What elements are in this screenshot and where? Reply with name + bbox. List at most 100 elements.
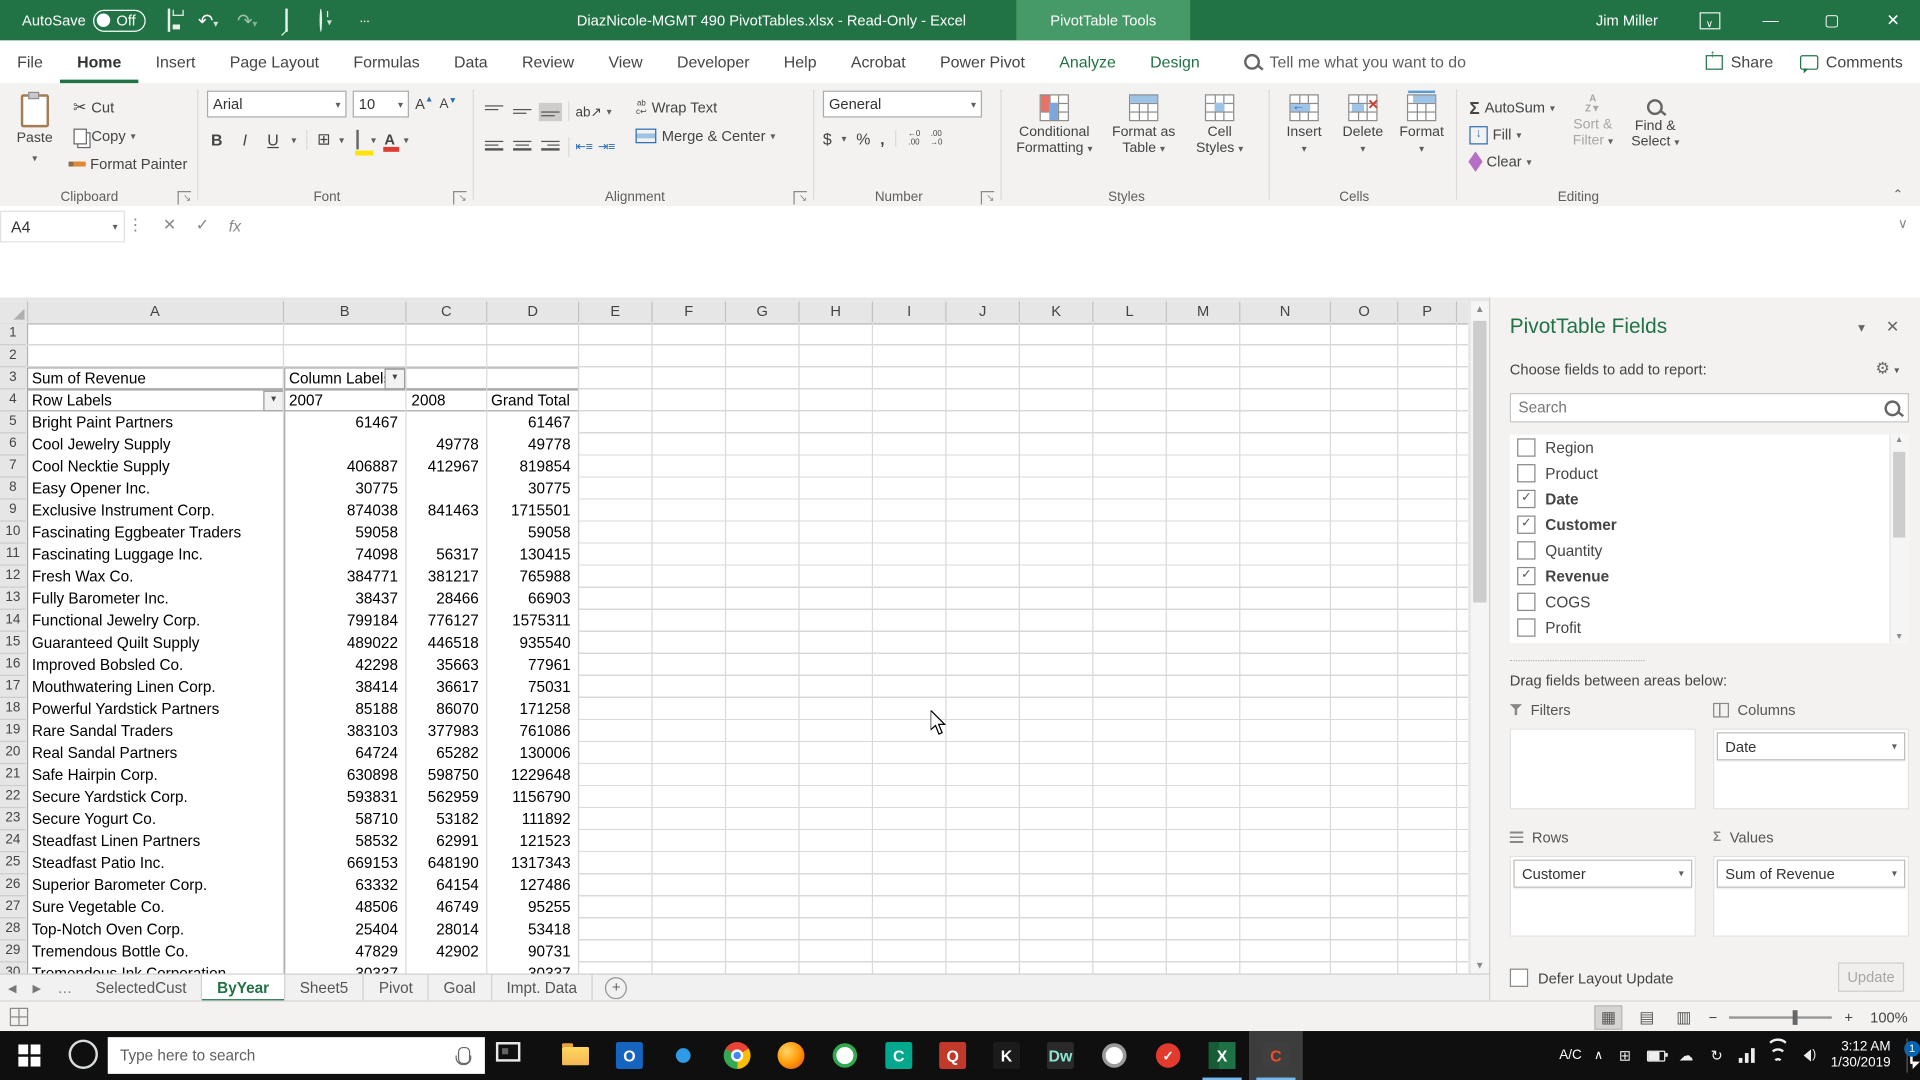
column-header-p[interactable]: P (1398, 301, 1458, 323)
pivot-value-total[interactable]: 935540 (490, 632, 571, 654)
font-dialog-launcher[interactable]: ↘ (453, 191, 467, 205)
row-header-23[interactable]: 23 (0, 808, 26, 831)
column-header-k[interactable]: K (1020, 301, 1094, 323)
insert-cells-button[interactable]: Insert▾ (1278, 91, 1329, 187)
taskbar-app-gray-circle-app[interactable] (1087, 1031, 1141, 1080)
cancel-formula-button[interactable]: ✕ (163, 216, 176, 236)
row-header-28[interactable]: 28 (0, 918, 26, 941)
tray-signal-icon[interactable] (1738, 1046, 1758, 1066)
pivot-row-top-notch-oven-corp[interactable]: Top-Notch Oven Corp. 25404 28014 53418 (27, 918, 579, 940)
shrink-font-button[interactable]: A▼ (440, 97, 457, 112)
row-header-25[interactable]: 25 (0, 852, 26, 875)
pivot-customer-name[interactable]: Bright Paint Partners (32, 411, 279, 433)
field-item-profit[interactable]: Profit (1510, 615, 1909, 641)
vertical-scroll-thumb[interactable] (1473, 320, 1487, 603)
row-header-19[interactable]: 19 (0, 720, 26, 743)
pivot-customer-name[interactable]: Superior Barometer Corp. (32, 874, 279, 896)
task-view-button[interactable] (495, 1042, 521, 1062)
align-left-button[interactable] (482, 138, 505, 156)
pivot-value-total[interactable]: 66903 (490, 588, 571, 610)
pivot-customer-name[interactable]: Improved Bobsled Co. (32, 654, 279, 676)
clear-button[interactable]: Clear ▾ (1466, 149, 1559, 173)
pivot-value-total[interactable]: 95255 (490, 896, 571, 918)
chip-dropdown-icon[interactable]: ▾ (1679, 868, 1684, 879)
pane-options-button[interactable]: ▾ (1858, 320, 1865, 336)
chip-dropdown-icon[interactable]: ▾ (1892, 868, 1897, 879)
taskbar-clock[interactable]: 3:12 AM 1/30/2019 (1831, 1040, 1891, 1072)
align-middle-button[interactable] (511, 102, 534, 120)
field-item-revenue[interactable]: ✓ Revenue (1510, 563, 1909, 589)
undo-button[interactable]: ↶▾ (192, 9, 224, 31)
comma-style-button[interactable]: , (880, 129, 884, 147)
row-header-17[interactable]: 17 (0, 676, 26, 698)
pivot-row-improved-bobsled-co[interactable]: Improved Bobsled Co. 42298 35663 77961 (27, 654, 579, 676)
field-checkbox-profit[interactable] (1517, 618, 1536, 637)
pivot-customer-name[interactable]: Tremendous Ink Corporation (32, 962, 279, 974)
column-header-m[interactable]: M (1167, 301, 1241, 323)
pivot-value-total[interactable]: 61467 (490, 411, 571, 433)
row-header-21[interactable]: 21 (0, 764, 26, 787)
taskbar-app-outlook[interactable]: O (602, 1031, 656, 1080)
pivot-value-total[interactable]: 130006 (490, 742, 571, 764)
format-as-table-button[interactable]: Format as Table ▾ (1106, 91, 1182, 187)
taskbar-app-camtasia[interactable]: C (872, 1031, 926, 1080)
row-header-15[interactable]: 15 (0, 632, 26, 654)
field-checkbox-cogs[interactable] (1517, 592, 1536, 612)
defer-checkbox[interactable] (1509, 968, 1529, 987)
qat-pie-button[interactable]: ▾ (310, 8, 342, 32)
bold-button[interactable]: B (207, 130, 227, 148)
scroll-up-icon[interactable]: ▲ (1471, 304, 1489, 315)
italic-button[interactable]: I (235, 130, 255, 148)
row-header-13[interactable]: 13 (0, 588, 26, 610)
sheet-overflow-button[interactable]: … (49, 975, 81, 1002)
column-header-g[interactable]: G (726, 301, 800, 323)
redo-button[interactable]: ↷▾ (231, 9, 263, 31)
align-top-button[interactable] (482, 102, 505, 120)
rows-area[interactable]: Customer ▾ (1509, 855, 1696, 937)
row-header-1[interactable]: 1 (0, 323, 26, 346)
field-list-scrollbar[interactable]: ▲ ▼ (1889, 434, 1909, 643)
tab-acrobat[interactable]: Acrobat (834, 41, 923, 83)
tray-sync-icon[interactable]: ↻ (1707, 1046, 1727, 1066)
pivot-value-2008[interactable]: 86070 (409, 698, 479, 720)
pivot-value-total[interactable]: 130415 (490, 544, 571, 566)
autosave-toggle[interactable]: AutoSave Off ↶▾ ↷▾ ▾ ⸱⸱⸱ (22, 0, 381, 40)
cortana-icon[interactable] (68, 1039, 98, 1069)
taskbar-app-file-explorer[interactable] (549, 1031, 603, 1080)
taskbar-search-box[interactable]: Type here to search (107, 1037, 485, 1074)
column-header-d[interactable]: D (487, 301, 580, 323)
pivot-value-2007[interactable]: 59058 (287, 522, 398, 544)
pivottable-tools-tab[interactable]: PivotTable Tools (1016, 0, 1191, 41)
column-labels-filter-button[interactable]: ▼ (384, 368, 406, 390)
row-header-4[interactable]: 4 (0, 389, 26, 412)
sheet-tab-sheet5[interactable]: Sheet5 (285, 974, 365, 1002)
increase-decimal-button[interactable]: ←0.00 (908, 130, 920, 147)
decrease-decimal-button[interactable]: .00 →0 (930, 130, 942, 147)
number-format-combo[interactable]: General ▾ (822, 90, 983, 118)
pivot-value-total[interactable]: 1229648 (490, 764, 571, 786)
pivot-value-2007[interactable]: 669153 (287, 852, 398, 874)
row-header-3[interactable]: 3 (0, 367, 26, 390)
name-box[interactable]: A4 ▾ (0, 210, 125, 243)
insert-function-button[interactable]: fx (229, 216, 241, 234)
pivot-row-labels[interactable]: Row Labels (32, 389, 112, 411)
pivot-value-total[interactable]: 1575311 (490, 610, 570, 632)
increase-indent-button[interactable]: ⇥≡ (598, 140, 615, 153)
font-family-combo[interactable]: Arial ▾ (206, 90, 347, 118)
taskbar-app-recorder-app[interactable]: C (1248, 1031, 1303, 1080)
pivot-value-2008[interactable]: 56317 (409, 544, 479, 566)
tab-review[interactable]: Review (505, 41, 591, 83)
pivot-value-2008[interactable]: 53182 (409, 808, 479, 830)
pivot-customer-name[interactable]: Secure Yogurt Co. (32, 808, 279, 830)
paste-button[interactable]: Paste ▾ (7, 91, 62, 187)
field-chip-customer[interactable]: Customer ▾ (1513, 859, 1693, 888)
pivot-value-total[interactable]: 1156790 (490, 786, 570, 808)
tray-grid-icon[interactable]: ⊞ (1615, 1046, 1635, 1066)
pivot-value-2008[interactable]: 65282 (409, 742, 479, 764)
merge-center-button[interactable]: Merge & Center ▾ (632, 124, 779, 148)
pivot-value-2007[interactable]: 384771 (287, 566, 398, 588)
row-header-27[interactable]: 27 (0, 896, 26, 919)
zoom-level[interactable]: 100% (1870, 1008, 1908, 1025)
pivot-value-2008[interactable]: 42902 (409, 940, 479, 962)
pivot-table[interactable]: Sum of Revenue Column Labels ▼ Row Labels ▼ 2… (26, 367, 580, 974)
